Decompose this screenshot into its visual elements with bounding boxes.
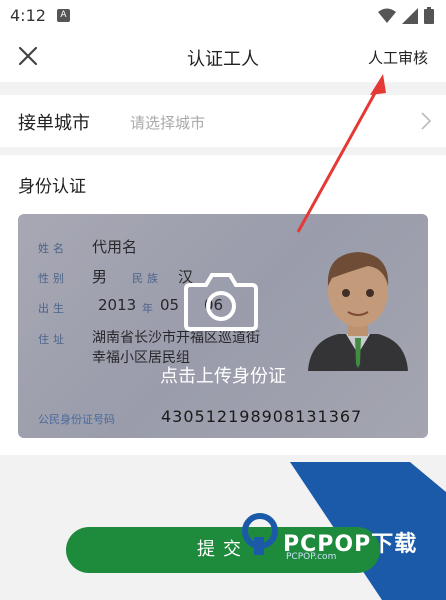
label-gender: 性别 [38,272,68,285]
watermark-logo-icon [242,513,278,555]
upload-prompt[interactable]: 点击上传身份证 [18,362,428,388]
city-placeholder[interactable]: 请选择城市 [130,112,205,133]
wifi-icon [378,8,396,23]
value-name: 代用名 [92,238,138,256]
value-birth-month: 05 [160,296,180,314]
label-year: 年 [142,302,157,315]
label-name: 姓名 [38,242,68,255]
status-time: 4:12 [10,6,46,25]
watermark-subtext: PCPOP.com [286,552,337,562]
city-label: 接单城市 [18,113,90,134]
id-section: 身份认证 姓名 代用名 性别 男 民族 汉 出生 2013 年 05 06 住址… [0,155,446,455]
status-icons [378,7,434,24]
value-gender: 男 [92,268,108,286]
city-select-row[interactable]: 接单城市 请选择城市 [0,95,446,147]
label-ethnicity: 民族 [132,272,162,285]
id-section-title: 身份认证 [18,177,86,197]
battery-icon [424,7,434,24]
signal-icon [402,7,418,24]
header: 认证工人 人工审核 [0,32,446,82]
chevron-right-icon [421,112,432,130]
notification-icon: A [57,9,70,22]
value-id-number: 430512198908131367 [161,407,363,426]
label-id-number: 公民身份证号码 [38,413,115,426]
manual-review-button[interactable]: 人工审核 [368,47,428,68]
label-address: 住址 [38,333,68,346]
camera-icon[interactable] [184,271,258,331]
value-birth-year: 2013 [98,296,137,314]
label-birth: 出生 [38,302,68,315]
portrait-photo [308,252,408,371]
id-card-upload[interactable]: 姓名 代用名 性别 男 民族 汉 出生 2013 年 05 06 住址 湖南省长… [18,214,428,438]
status-bar: 4:12 A [0,0,446,32]
